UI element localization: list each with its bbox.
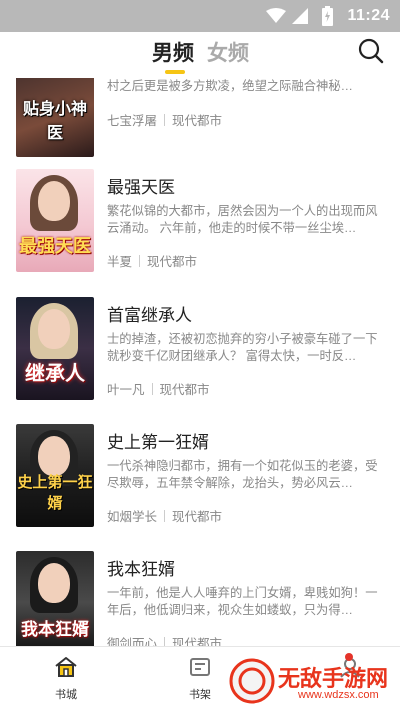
cover-title: 史上第一狂婿	[17, 475, 93, 512]
tab-female[interactable]: 女频	[207, 37, 249, 67]
status-time: 11:24	[347, 7, 390, 24]
book-author[interactable]: 叶一凡	[107, 383, 145, 397]
nav-home-label: 书城	[55, 689, 77, 701]
list-item[interactable]: 最强天医 最强天医 繁花似锦的大都市，居然会因为一个人的出现而风云涌动。 六年前…	[0, 169, 400, 297]
cover-figure-face	[38, 563, 70, 603]
cover-figure-face	[38, 181, 70, 221]
search-icon[interactable]	[358, 38, 384, 64]
signal-icon	[292, 8, 308, 24]
status-bar: 11:24	[0, 0, 400, 32]
nav-bookshelf[interactable]: 书架	[170, 655, 230, 702]
book-title[interactable]: 最强天医	[107, 173, 175, 198]
book-category[interactable]: 现代都市	[172, 510, 222, 524]
watermark-logo-icon	[229, 658, 275, 704]
active-tab-indicator	[165, 70, 185, 74]
cover-figure-face	[38, 436, 70, 476]
watermark: 无敌手游网 www.wdzsx.com	[228, 655, 396, 709]
book-meta: 如烟学长 现代都市	[107, 506, 222, 525]
list-item[interactable]: 我本狂婿 我本狂婿 一年前，他是人人唾弃的上门女婿，卑贱如狗！一年后，他低调归来…	[0, 551, 400, 646]
divider	[139, 255, 141, 267]
book-category[interactable]: 现代都市	[160, 383, 210, 397]
divider	[164, 114, 166, 126]
divider	[151, 383, 153, 395]
book-cover[interactable]: 我本狂婿	[16, 551, 94, 646]
book-author[interactable]: 七宝浮屠	[107, 114, 157, 128]
book-author[interactable]: 半夏	[107, 255, 132, 269]
book-cover[interactable]: 史上第一狂婿	[16, 424, 94, 527]
book-cover[interactable]: 最强天医	[16, 169, 94, 272]
book-description: 繁花似锦的大都市，居然会因为一个人的出现而风云涌动。 六年前，他走的时候不带一丝…	[107, 204, 378, 235]
book-author[interactable]: 如烟学长	[107, 510, 157, 524]
book-description: 一年前，他是人人唾弃的上门女婿，卑贱如狗！一年后，他低调归来，视众生如蝼蚁，只为…	[107, 586, 378, 617]
book-cover[interactable]: 继承人	[16, 297, 94, 400]
home-icon	[55, 657, 77, 677]
cover-title: 我本狂婿	[21, 620, 89, 639]
top-header: 男频 女频	[0, 32, 400, 78]
watermark-url: www.wdzsx.com	[298, 689, 379, 701]
book-author[interactable]: 御剑而心	[107, 637, 157, 646]
cover-title: 最强天医	[19, 236, 91, 256]
list-item[interactable]: 继承人 首富继承人 士的掉渣，还被初恋抛弃的穷小子被豪车碰了一下就秒变千亿财团继…	[0, 297, 400, 425]
bookshelf-icon	[190, 658, 210, 676]
book-cover[interactable]: 贴身小神医	[16, 78, 94, 157]
battery-charging-icon	[322, 6, 333, 26]
list-item[interactable]: 史上第一狂婿 史上第一狂婿 一代杀神隐归都市，拥有一个如花似玉的老婆，受尽欺辱，…	[0, 424, 400, 552]
book-meta: 御剑而心 现代都市	[107, 633, 222, 646]
book-description: 一代杀神隐归都市，拥有一个如花似玉的老婆，受尽欺辱，五年禁令解除，龙抬头，势必风…	[107, 459, 378, 490]
cover-title: 贴身小神医	[22, 101, 87, 142]
book-category[interactable]: 现代都市	[172, 114, 222, 128]
divider	[164, 637, 166, 646]
book-description: 士的掉渣，还被初恋抛弃的穷小子被豪车碰了一下就秒变千亿财团继承人？ 富得太快，一…	[107, 332, 378, 363]
book-title[interactable]: 史上第一狂婿	[107, 428, 209, 453]
nav-bookshelf-label: 书架	[189, 689, 211, 701]
divider	[164, 510, 166, 522]
book-list: 贴身小神医 山村走出的少年林村，因被陷害惨遭学校开除，回村之后更是被多方欺凌，绝…	[0, 78, 400, 646]
list-item[interactable]: 贴身小神医 山村走出的少年林村，因被陷害惨遭学校开除，回村之后更是被多方欺凌，绝…	[0, 78, 400, 182]
book-category[interactable]: 现代都市	[147, 255, 197, 269]
book-meta: 半夏 现代都市	[107, 251, 197, 270]
book-category[interactable]: 现代都市	[172, 637, 222, 646]
book-description: 山村走出的少年林村，因被陷害惨遭学校开除，回村之后更是被多方欺凌，绝望之际融合神…	[107, 79, 353, 93]
book-meta: 叶一凡 现代都市	[107, 379, 210, 398]
nav-home[interactable]: 书城	[36, 655, 96, 702]
tab-male[interactable]: 男频	[152, 37, 194, 67]
book-meta: 七宝浮屠 现代都市	[107, 110, 222, 129]
wifi-icon	[266, 8, 286, 23]
cover-title: 继承人	[25, 363, 85, 385]
book-title[interactable]: 首富继承人	[107, 301, 192, 326]
book-title[interactable]: 我本狂婿	[107, 555, 175, 580]
cover-figure-face	[38, 309, 70, 349]
